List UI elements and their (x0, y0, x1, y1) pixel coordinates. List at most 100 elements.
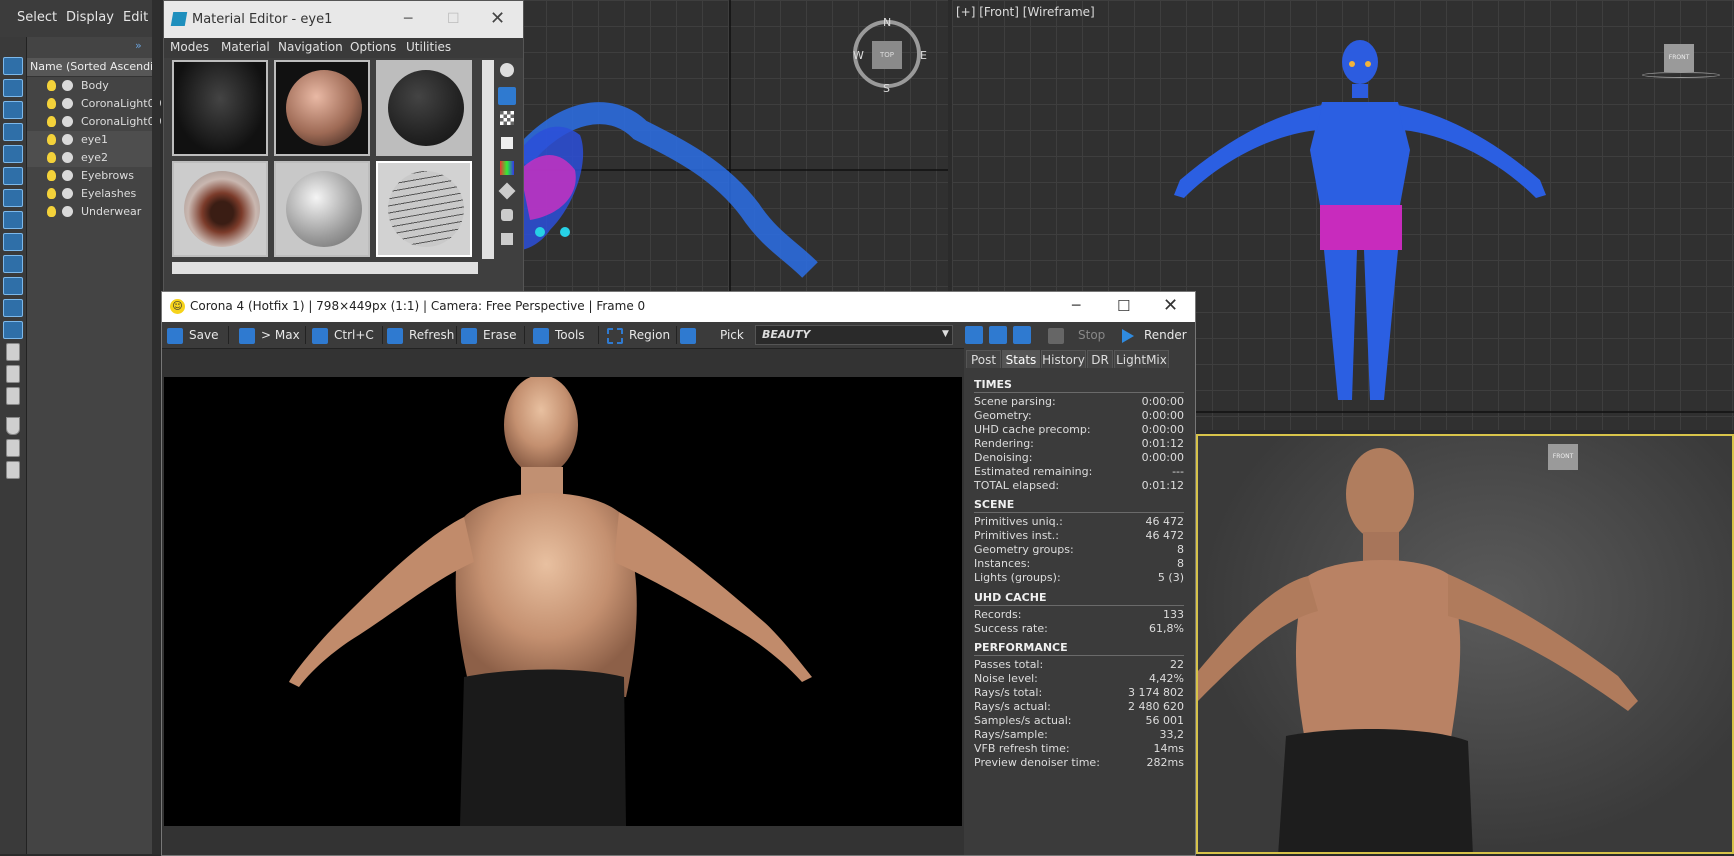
menu-utilities[interactable]: Utilities (406, 40, 451, 54)
display-shapes-icon[interactable] (3, 101, 23, 119)
chevron-down-icon[interactable]: ▼ (942, 329, 949, 339)
viewport-perspective[interactable]: FRONT (1196, 434, 1734, 854)
viewcube-front-persp[interactable]: FRONT (1548, 444, 1578, 470)
display-cameras-icon[interactable] (3, 145, 23, 163)
tab-dr[interactable]: DR (1087, 350, 1113, 368)
viewcube-top[interactable]: TOP (872, 41, 902, 69)
make-preview-icon[interactable] (498, 182, 516, 200)
filter-list-icon[interactable] (6, 439, 20, 457)
light-bulb-icon[interactable] (47, 152, 56, 163)
explorer-item-label: CoronaLight00 (81, 97, 162, 110)
material-editor-titlebar[interactable]: Material Editor - eye1 ─ ☐ ✕ (164, 1, 523, 38)
light-bulb-icon[interactable] (47, 134, 56, 145)
filter-icon[interactable] (6, 417, 20, 435)
stat-value: 133 (1163, 608, 1184, 621)
display-bones-icon[interactable] (3, 255, 23, 273)
light-bulb-icon[interactable] (47, 80, 56, 91)
zoom-out-icon[interactable] (989, 326, 1007, 344)
uv-tiling-icon[interactable] (501, 137, 513, 149)
zoom-in-icon[interactable] (965, 326, 983, 344)
material-slot[interactable] (274, 60, 370, 156)
menu-options[interactable]: Options (350, 40, 396, 54)
explorer-column-header[interactable]: Name (Sorted Ascending) (27, 58, 152, 77)
page-icon[interactable] (6, 343, 20, 361)
close-icon[interactable]: ✕ (1163, 295, 1178, 316)
material-slot-selected[interactable] (376, 161, 472, 257)
explorer-item[interactable]: eye1 (27, 131, 152, 149)
explorer-splitter[interactable] (152, 0, 160, 854)
erase-button[interactable]: Erase (461, 325, 517, 345)
video-color-check-icon[interactable] (500, 161, 514, 175)
menu-modes[interactable]: Modes (170, 40, 209, 54)
menu-navigation[interactable]: Navigation (278, 40, 343, 54)
backlight-icon[interactable] (498, 87, 516, 105)
explorer-item[interactable]: Eyebrows (27, 167, 152, 185)
expand-icon[interactable]: » (135, 39, 142, 52)
tab-stats[interactable]: Stats (1002, 350, 1040, 368)
render-element-select[interactable]: BEAUTY (755, 325, 953, 345)
display-lights-icon[interactable] (3, 123, 23, 141)
options-icon[interactable] (501, 209, 513, 221)
save-button[interactable]: Save (167, 325, 218, 345)
render-button[interactable]: Render (1122, 325, 1187, 345)
page-icon-2[interactable] (6, 365, 20, 383)
display-none-icon[interactable] (3, 57, 23, 75)
explorer-item[interactable]: Underwear (27, 203, 152, 221)
menu-select[interactable]: Select (17, 10, 57, 25)
display-geometry-icon[interactable] (3, 79, 23, 97)
background-icon[interactable] (500, 111, 514, 125)
explorer-item[interactable]: CoronaLight00 (27, 113, 162, 131)
display-frozen-icon[interactable] (3, 299, 23, 317)
compass-e: E (920, 49, 927, 62)
sample-type-icon[interactable] (500, 63, 514, 77)
corona-titlebar[interactable]: ☺ Corona 4 (Hotfix 1) | 798×449px (1:1) … (162, 292, 1195, 322)
viewcube-front[interactable]: FRONT (1664, 44, 1694, 72)
material-slot[interactable] (172, 161, 268, 257)
tools-button[interactable]: Tools (533, 325, 585, 345)
tab-lightmix[interactable]: LightMix (1114, 350, 1169, 368)
display-hidden-icon[interactable] (3, 321, 23, 339)
pick-button[interactable]: Pick (680, 325, 744, 345)
display-groups-icon[interactable] (3, 211, 23, 229)
send-to-max-button[interactable]: > Max (239, 325, 300, 345)
slots-hscrollbar[interactable] (172, 262, 478, 274)
display-containers-icon[interactable] (3, 277, 23, 295)
tab-history[interactable]: History (1041, 350, 1086, 368)
viewcube-ring[interactable] (1642, 72, 1720, 78)
explorer-item[interactable]: Body (27, 77, 152, 95)
region-button[interactable]: Region (607, 325, 670, 345)
material-slot[interactable] (376, 60, 472, 156)
material-slot[interactable] (172, 60, 268, 156)
render-image[interactable] (164, 377, 962, 826)
stat-label: Scene parsing: (974, 395, 1056, 408)
light-bulb-icon[interactable] (47, 206, 56, 217)
copy-button[interactable]: Ctrl+C (312, 325, 374, 345)
explorer-item[interactable]: CoronaLight00 (27, 95, 162, 113)
minimize-icon[interactable]: ─ (404, 11, 412, 27)
light-bulb-icon[interactable] (47, 188, 56, 199)
light-bulb-icon[interactable] (47, 98, 56, 109)
explorer-item[interactable]: Eyelashes (27, 185, 152, 203)
maximize-icon[interactable]: ☐ (1117, 297, 1130, 315)
select-by-material-icon[interactable] (501, 233, 513, 245)
display-xrefs-icon[interactable] (3, 233, 23, 251)
menu-material[interactable]: Material (221, 40, 270, 54)
material-slot[interactable] (274, 161, 370, 257)
maximize-icon[interactable]: ☐ (447, 11, 460, 27)
explorer-item[interactable]: eye2 (27, 149, 152, 167)
menu-edit[interactable]: Edit (123, 10, 148, 25)
slots-scrollbar[interactable] (482, 60, 494, 259)
display-spacewarps-icon[interactable] (3, 189, 23, 207)
display-helpers-icon[interactable] (3, 167, 23, 185)
page-icon-3[interactable] (6, 387, 20, 405)
refresh-button[interactable]: Refresh (387, 325, 454, 345)
layer-icon[interactable] (6, 461, 20, 479)
zoom-fit-icon[interactable] (1013, 326, 1031, 344)
stop-button[interactable]: Stop (1048, 325, 1105, 345)
menu-display[interactable]: Display (66, 10, 114, 25)
light-bulb-icon[interactable] (47, 116, 56, 127)
close-icon[interactable]: ✕ (490, 8, 505, 29)
tab-post[interactable]: Post (966, 350, 1001, 368)
minimize-icon[interactable]: ─ (1072, 298, 1080, 314)
light-bulb-icon[interactable] (47, 170, 56, 181)
